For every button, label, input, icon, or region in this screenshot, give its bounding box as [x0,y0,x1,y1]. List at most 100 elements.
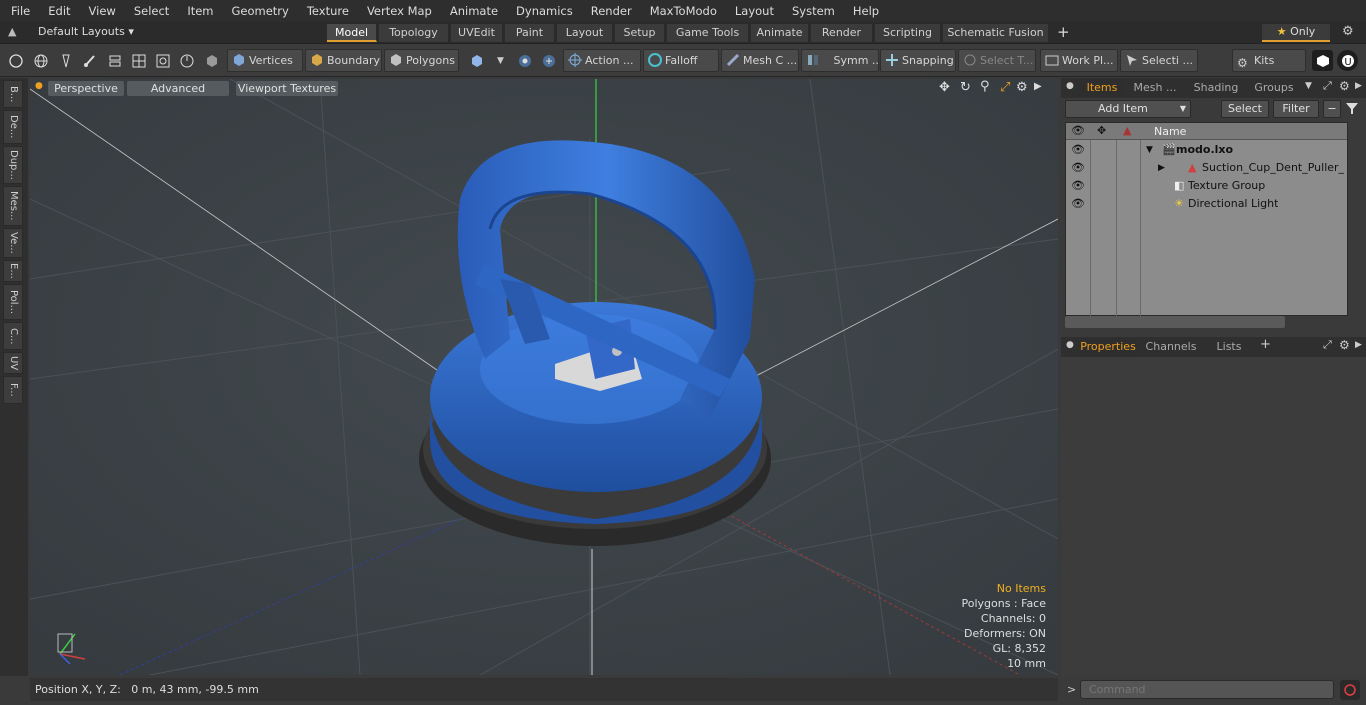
panel-expand-icon[interactable]: ⤢ [1323,79,1332,93]
left-tab-8[interactable]: UV [3,352,23,374]
circle-select-icon[interactable] [5,50,26,71]
tab-game-tools[interactable]: Game Tools [667,24,749,42]
default-layouts-dropdown[interactable]: Default Layouts ▾ [38,25,134,38]
panel-gear-icon[interactable]: ⚙ [1339,79,1350,93]
item-row[interactable]: 👁 ▶ ▲ Suction_Cup_Dent_Puller_Fal... [1066,159,1348,177]
gear-icon[interactable]: ⚙ [1342,24,1354,39]
mesh-constraint-button[interactable]: Mesh C ... [721,49,799,72]
item-row[interactable]: 👁 ☀ Directional Light [1066,195,1348,213]
items-list-scrollbar[interactable] [1065,316,1285,328]
menu-dynamics[interactable]: Dynamics [505,0,580,22]
align-icon[interactable] [104,50,125,71]
tabs-dropdown-icon[interactable]: ▼ [1305,81,1312,91]
action-center-button[interactable]: Action ... [563,49,641,72]
menu-texture[interactable]: Texture [296,0,356,22]
menu-select[interactable]: Select [123,0,176,22]
boundary-button[interactable]: Boundary [305,49,382,72]
props-expand-icon[interactable]: ⤢ [1323,338,1332,352]
menu-vertex-map[interactable]: Vertex Map [356,0,439,22]
item-mode-icon[interactable] [201,50,222,71]
menu-edit[interactable]: Edit [37,0,77,22]
menu-geometry[interactable]: Geometry [221,0,296,22]
items-tab-1[interactable]: Mesh ... [1129,79,1181,97]
kits-button[interactable]: ⚙ Kits [1232,49,1306,72]
move-view-icon[interactable]: ✥ [939,80,950,95]
menu-layout[interactable]: Layout [724,0,781,22]
eye-icon[interactable]: 👁 [1071,177,1085,195]
select-through-button[interactable]: Select T... [958,49,1036,72]
props-gear-icon[interactable]: ⚙ [1339,338,1350,352]
filter-button[interactable]: Filter [1273,100,1319,118]
dropdown-arrow-icon[interactable]: ▼ [490,50,511,71]
pen-icon[interactable] [55,50,76,71]
vertices-button[interactable]: Vertices [227,49,303,72]
menu-animate[interactable]: Animate [439,0,505,22]
work-plane-button[interactable]: Work Pl... [1040,49,1118,72]
menu-view[interactable]: View [78,0,123,22]
record-macro-icon[interactable] [1340,680,1360,700]
brush-icon[interactable] [79,50,100,71]
eye-icon[interactable]: 👁 [1071,141,1085,159]
expand-arrow-icon[interactable]: ▼ [1146,141,1153,159]
eye-icon[interactable]: 👁 [1071,195,1085,213]
viewport-settings-icon[interactable]: ⚙ [1016,80,1028,95]
tab-animate[interactable]: Animate [751,24,809,42]
left-tab-3[interactable]: Mes... [3,186,23,226]
polygons-button[interactable]: Polygons [384,49,459,72]
expand-arrow-icon[interactable]: ▶ [1158,159,1165,177]
left-tab-1[interactable]: De... [3,110,23,144]
tab-paint[interactable]: Paint [505,24,555,42]
shading-mode-button[interactable]: Advanced [127,81,229,96]
tab-uvedit[interactable]: UVEdit [451,24,503,42]
zoom-view-icon[interactable]: ⚲ [980,79,990,94]
eye-icon[interactable]: 👁 [1071,159,1085,177]
only-toggle[interactable]: ★ Only [1262,24,1330,42]
snapping-button[interactable]: Snapping [880,49,956,72]
collapse-icon[interactable]: − [1323,100,1341,118]
viewport-expand-icon[interactable]: ▶ [1034,81,1042,92]
timer-icon[interactable] [176,50,197,71]
items-tab-2[interactable]: Shading [1185,79,1247,97]
maximize-view-icon[interactable]: ⤢ [1000,80,1010,95]
symmetry-button[interactable]: Symm ... [801,49,879,72]
items-tab-3[interactable]: Groups [1249,79,1299,97]
symmetry-toggle-icon[interactable] [514,50,535,71]
menu-help[interactable]: Help [842,0,886,22]
tab-schematic-fusion[interactable]: Schematic Fusion [943,24,1049,42]
unity-icon[interactable] [1312,50,1333,71]
tab-layout[interactable]: Layout [557,24,613,42]
left-tab-0[interactable]: B... [3,80,23,108]
snap-toggle-icon[interactable] [538,50,559,71]
menu-system[interactable]: System [781,0,842,22]
left-tab-5[interactable]: E... [3,260,23,282]
material-icon[interactable] [466,50,487,71]
left-tab-4[interactable]: Ve... [3,228,23,258]
add-props-tab-icon[interactable]: + [1260,337,1271,352]
tab-setup[interactable]: Setup [615,24,665,42]
items-tab-0[interactable]: Items [1078,79,1126,97]
funnel-icon[interactable] [1345,101,1359,118]
unreal-icon[interactable]: U [1337,50,1358,71]
menu-maxtomodo[interactable]: MaxToModo [639,0,724,22]
left-tab-2[interactable]: Dup... [3,146,23,184]
tab-render[interactable]: Render [811,24,873,42]
rotate-view-icon[interactable]: ↻ [960,80,971,95]
layout-switch-icon[interactable]: ▲ [8,25,16,38]
props-tab-lists[interactable]: Lists [1205,338,1253,356]
command-input[interactable] [1080,680,1334,699]
panel-menu-dot[interactable]: ● [1066,81,1074,91]
add-item-button[interactable]: Add Item ▼ [1065,100,1191,118]
select-button[interactable]: Select [1221,100,1269,118]
item-row[interactable]: 👁 ◧ Texture Group [1066,177,1348,195]
menu-file[interactable]: File [0,0,37,22]
viewport-menu-dot[interactable]: ● [35,81,43,91]
add-tab-icon[interactable]: + [1057,23,1070,41]
falloff-button[interactable]: Falloff [643,49,719,72]
menu-item[interactable]: Item [176,0,220,22]
props-arrow-icon[interactable]: ▶ [1355,340,1362,350]
frame-icon[interactable] [152,50,173,71]
selection-sets-button[interactable]: Selecti ... [1120,49,1198,72]
viewport-textures-button[interactable]: Viewport Textures [236,81,338,96]
tab-model[interactable]: Model [327,24,377,42]
tab-topology[interactable]: Topology [379,24,449,42]
